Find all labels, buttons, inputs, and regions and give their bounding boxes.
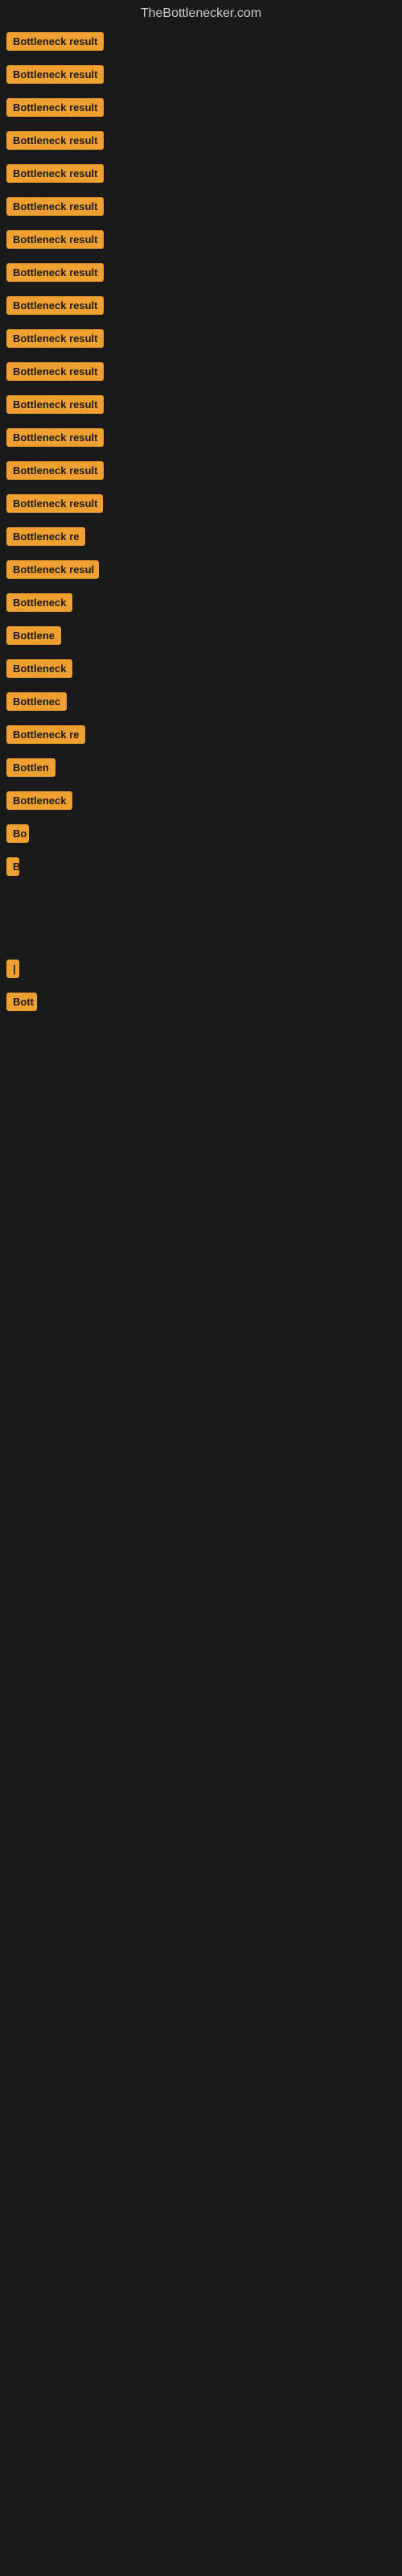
bottleneck-result-label: Bottlene [6, 626, 61, 645]
list-item-empty [0, 1164, 402, 1233]
list-item: Bottlenec [6, 692, 402, 711]
list-item: Bo [6, 824, 402, 843]
list-item: Bottlen [6, 758, 402, 777]
list-item: Bottleneck [6, 593, 402, 612]
list-item-empty [0, 1302, 402, 1372]
list-item-empty [0, 1441, 402, 1510]
bottleneck-result-label: Bottleneck result [6, 395, 104, 414]
list-item: B [6, 857, 402, 876]
list-item: Bottleneck re [6, 527, 402, 546]
bottleneck-result-label: Bottleneck re [6, 725, 85, 744]
list-item: Bottleneck result [6, 362, 402, 381]
bottleneck-result-label: Bottleneck result [6, 197, 104, 216]
list-item: Bottleneck result [6, 329, 402, 348]
list-item: Bottleneck result [6, 197, 402, 216]
bottleneck-result-label: Bottleneck resul [6, 560, 99, 579]
bottleneck-result-label: Bottleneck result [6, 362, 104, 381]
list-item: Bottleneck resul [6, 560, 402, 579]
list-item: Bottleneck [6, 659, 402, 678]
bottleneck-result-label: Bottleneck result [6, 329, 104, 348]
list-item: Bott [6, 993, 402, 1011]
bottleneck-result-label: | [6, 960, 19, 978]
bottleneck-result-label: Bottlen [6, 758, 55, 777]
list-item: Bottlene [6, 626, 402, 645]
bottleneck-result-label: Bottleneck re [6, 527, 85, 546]
bottleneck-result-label: Bottleneck result [6, 32, 104, 51]
list-item: Bottleneck result [6, 230, 402, 249]
list-item: Bottleneck result [6, 461, 402, 480]
list-item: Bottleneck result [6, 296, 402, 315]
bottleneck-result-label: Bo [6, 824, 29, 843]
bottleneck-result-label: Bottleneck result [6, 263, 104, 282]
bottleneck-result-label: Bottleneck [6, 659, 72, 678]
list-item-empty [0, 1026, 402, 1095]
items-container: Bottleneck result Bottleneck result Bottle… [0, 24, 402, 1510]
bottleneck-result-label: Bottleneck result [6, 461, 104, 480]
site-title: TheBottlenecker.com [0, 0, 402, 24]
bottleneck-result-label: Bottleneck result [6, 494, 103, 513]
list-item-empty [0, 890, 402, 960]
list-item: Bottleneck re [6, 725, 402, 744]
list-item: Bottleneck result [6, 494, 402, 513]
list-item: Bottleneck result [6, 395, 402, 414]
bottleneck-result-label: Bottleneck result [6, 164, 104, 183]
list-item: Bottleneck [6, 791, 402, 810]
bottleneck-result-label: Bottleneck result [6, 98, 104, 117]
list-item: Bottleneck result [6, 131, 402, 150]
list-item: Bottleneck result [6, 65, 402, 84]
list-item: Bottleneck result [6, 263, 402, 282]
bottleneck-result-label: Bottleneck result [6, 428, 104, 447]
list-item-empty [0, 1233, 402, 1302]
list-item: Bottleneck result [6, 164, 402, 183]
bottleneck-result-label: Bottleneck result [6, 296, 104, 315]
bottleneck-result-label: Bott [6, 993, 37, 1011]
bottleneck-result-label: Bottleneck result [6, 131, 104, 150]
list-item: Bottleneck result [6, 428, 402, 447]
list-item: | [6, 960, 402, 978]
list-item-empty [0, 1095, 402, 1164]
list-item-empty [0, 1372, 402, 1441]
bottleneck-result-label: Bottleneck [6, 593, 72, 612]
bottleneck-result-label: B [6, 857, 19, 876]
bottleneck-result-label: Bottleneck result [6, 65, 104, 84]
bottleneck-result-label: Bottlenec [6, 692, 67, 711]
list-item: Bottleneck result [6, 32, 402, 51]
list-item: Bottleneck result [6, 98, 402, 117]
bottleneck-result-label: Bottleneck result [6, 230, 104, 249]
bottleneck-result-label: Bottleneck [6, 791, 72, 810]
